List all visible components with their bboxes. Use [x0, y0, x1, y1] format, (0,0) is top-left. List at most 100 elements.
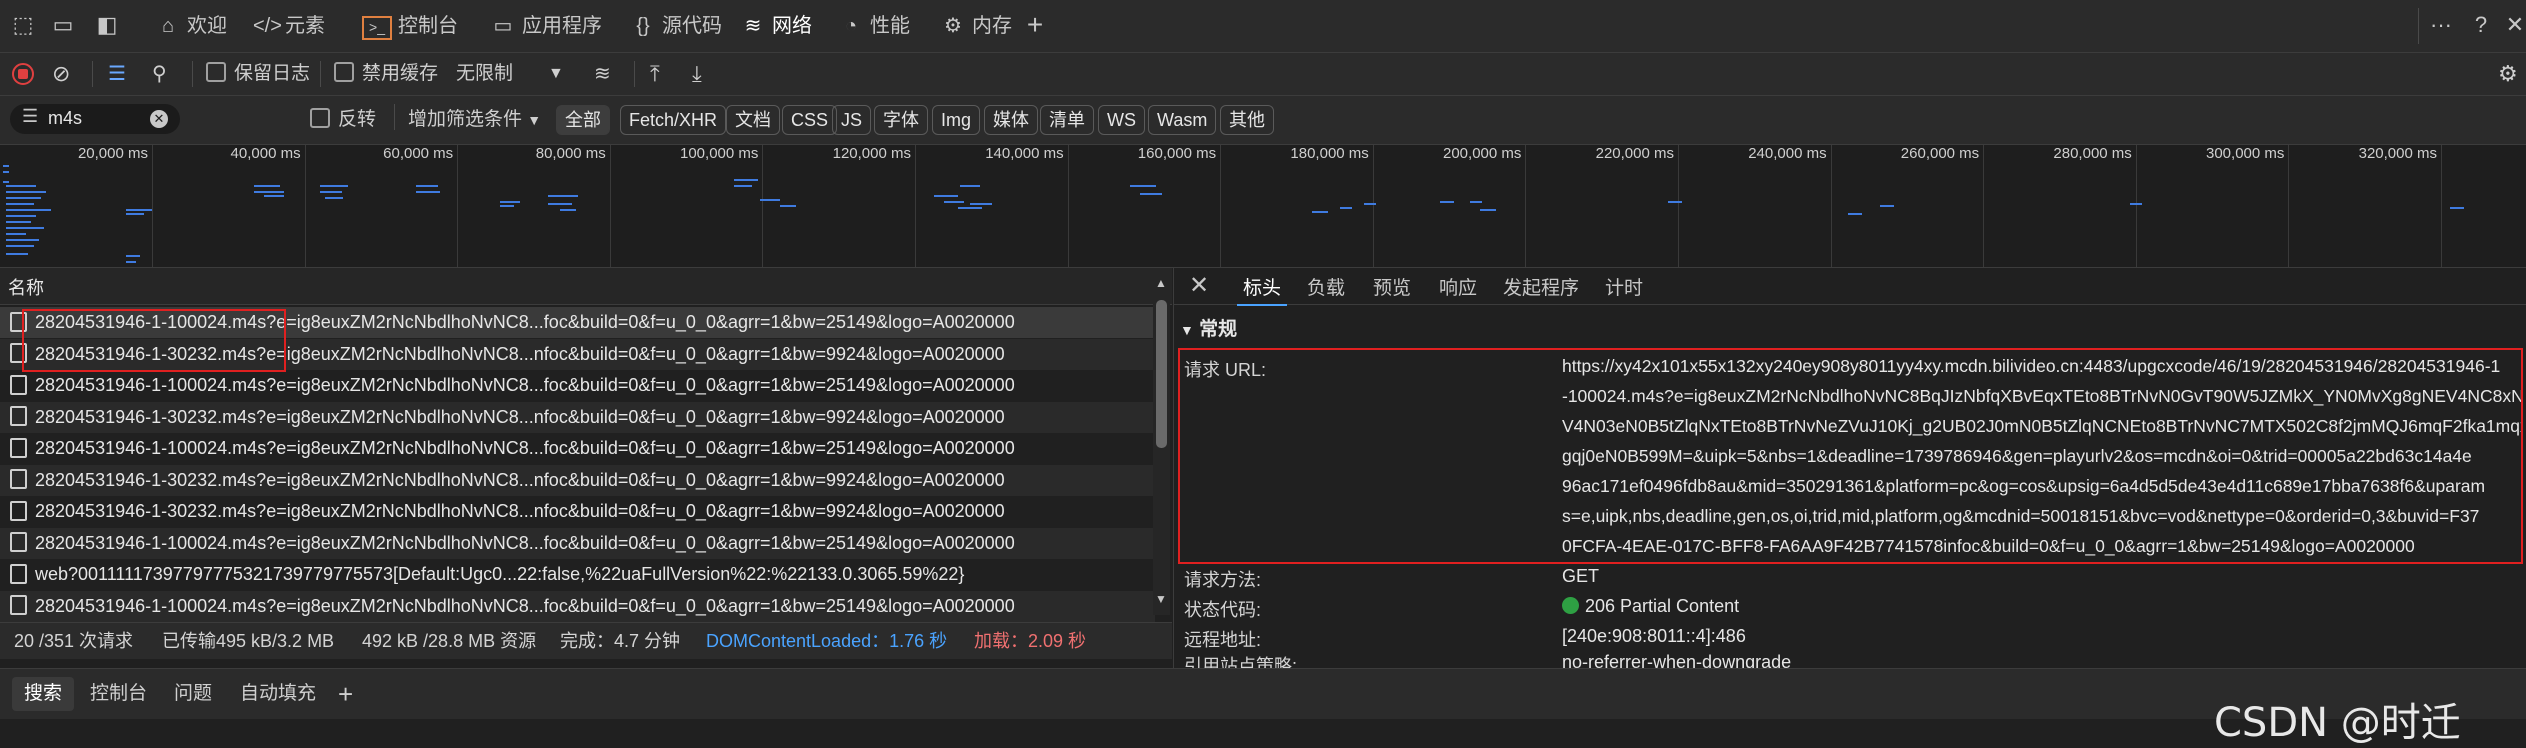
- timeline-request-bar: [1470, 201, 1482, 203]
- timeline-request-bar: [6, 197, 41, 199]
- more-filters-dropdown[interactable]: 增加筛选条件 ▼: [408, 105, 541, 135]
- drawer-tab-search[interactable]: 搜索: [12, 677, 75, 711]
- close-detail-icon[interactable]: ✕: [1189, 268, 1209, 304]
- request-row[interactable]: 28204531946-1-100024.m4s?e=ig8euxZM2rNcN…: [0, 370, 1155, 401]
- toolbar-separator: [320, 61, 321, 87]
- filter-chip-media[interactable]: 媒体: [984, 105, 1038, 135]
- add-tab-icon[interactable]: +: [1020, 10, 1050, 40]
- timeline-tick-label: 140,000 ms: [985, 145, 1064, 162]
- device-emulation-icon[interactable]: ▭: [48, 10, 78, 40]
- timeline-request-bar: [3, 181, 9, 183]
- filter-chip-doc[interactable]: 文档: [726, 105, 780, 135]
- timeline-request-bar: [264, 195, 284, 197]
- request-row[interactable]: 28204531946-1-100024.m4s?e=ig8euxZM2rNcN…: [0, 590, 1155, 622]
- remote-address-key: 远程地址:: [1184, 630, 1262, 650]
- filter-chip-fetch-xhr[interactable]: Fetch/XHR: [620, 105, 727, 135]
- request-row[interactable]: 28204531946-1-30232.m4s?e=ig8euxZM2rNcNb…: [0, 401, 1155, 433]
- tab-preview[interactable]: 预览: [1373, 268, 1411, 304]
- filter-settings-icon[interactable]: ☰: [108, 59, 126, 89]
- memory-icon: ⚙: [944, 15, 962, 37]
- filter-chip-img[interactable]: Img: [932, 105, 981, 135]
- more-options-icon[interactable]: ···: [2426, 10, 2456, 40]
- chevron-down-icon: ▼: [527, 112, 542, 128]
- chevron-down-icon[interactable]: ▼: [548, 59, 564, 89]
- filter-chip-js[interactable]: JS: [832, 105, 872, 135]
- tab-payload[interactable]: 负载: [1307, 268, 1345, 304]
- invert-checkbox[interactable]: 反转: [310, 105, 376, 135]
- tab-initiator[interactable]: 发起程序: [1503, 268, 1579, 304]
- timeline-gridline: [2135, 145, 2137, 267]
- tab-response[interactable]: 响应: [1439, 268, 1477, 304]
- help-icon[interactable]: ?: [2466, 10, 2496, 40]
- filter-search-input[interactable]: ☰ m4s ✕: [10, 104, 180, 134]
- timeline-gridline: [1678, 145, 1679, 267]
- filter-row: ☰ m4s ✕ 反转 增加筛选条件 ▼ 全部 Fetch/XHR 文档 CSS …: [0, 96, 2526, 145]
- preserve-log-checkbox[interactable]: 保留日志: [206, 59, 310, 89]
- tab-memory[interactable]: ⚙ 内存: [930, 6, 1022, 46]
- filter-chip-css[interactable]: CSS: [782, 105, 838, 135]
- home-icon: ⌂: [161, 15, 175, 37]
- general-section-header[interactable]: ▼ 常规: [1180, 314, 1237, 341]
- request-name: web?00111117397797775321739779775573[Def…: [35, 564, 965, 584]
- timeline-request-bar: [760, 199, 780, 201]
- timeline-request-bar: [3, 165, 9, 167]
- timeline-tick-label: 180,000 ms: [1290, 145, 1369, 162]
- scroll-down-icon[interactable]: ▼: [1155, 592, 1167, 606]
- sidebar-toggle-icon[interactable]: ◧: [92, 10, 122, 40]
- timeline-request-bar: [126, 261, 136, 263]
- close-devtools-icon[interactable]: ✕: [2500, 10, 2526, 40]
- tab-application[interactable]: ▭ 应用程序: [480, 6, 612, 46]
- document-icon: [10, 500, 27, 521]
- network-settings-icon[interactable]: ⚙: [2498, 59, 2518, 89]
- tab-sources[interactable]: {} 源代码: [620, 6, 732, 46]
- timeline-tick-label: 300,000 ms: [2206, 145, 2285, 162]
- tab-performance[interactable]: ◔ 性能: [828, 6, 920, 46]
- column-header-name[interactable]: 名称: [8, 274, 44, 300]
- filter-chip-other[interactable]: 其他: [1220, 105, 1274, 135]
- export-har-icon[interactable]: ⤓: [692, 59, 702, 89]
- throttling-select[interactable]: 无限制: [456, 59, 513, 89]
- drawer-tab-issues[interactable]: 问题: [162, 677, 224, 711]
- request-row[interactable]: web?00111117397797775321739779775573[Def…: [0, 559, 1155, 590]
- timeline-gridline: [609, 145, 611, 267]
- search-icon[interactable]: ⚲: [152, 59, 167, 89]
- filter-chip-font[interactable]: 字体: [874, 105, 928, 135]
- tab-network[interactable]: ≋ 网络: [730, 6, 822, 46]
- toolbar-separator: [192, 61, 193, 87]
- filter-chip-manifest[interactable]: 清单: [1040, 105, 1094, 135]
- filter-chip-ws[interactable]: WS: [1098, 105, 1145, 135]
- drawer-tab-console[interactable]: 控制台: [78, 677, 159, 711]
- tab-headers[interactable]: 标头: [1237, 268, 1288, 306]
- drawer-tab-autofill[interactable]: 自动填充: [228, 677, 328, 711]
- request-row[interactable]: 28204531946-1-100024.m4s?e=ig8euxZM2rNcN…: [0, 527, 1155, 559]
- inspect-element-icon[interactable]: ⬚: [8, 10, 38, 40]
- scroll-up-icon[interactable]: ▲: [1155, 276, 1167, 290]
- highlight-box-url: [1178, 348, 2523, 564]
- tab-welcome[interactable]: ⌂ 欢迎: [145, 6, 237, 46]
- status-code-value: 206 Partial Content: [1585, 596, 1740, 616]
- request-row[interactable]: 28204531946-1-30232.m4s?e=ig8euxZM2rNcNb…: [0, 464, 1155, 496]
- folder-icon: ▭: [493, 15, 513, 37]
- timeline-gridline: [1525, 145, 1527, 267]
- request-row[interactable]: 28204531946-1-100024.m4s?e=ig8euxZM2rNcN…: [0, 433, 1155, 464]
- record-stop-icon[interactable]: [12, 63, 34, 85]
- tab-timing[interactable]: 计时: [1605, 268, 1643, 304]
- code-icon: </>: [253, 15, 282, 37]
- request-row[interactable]: 28204531946-1-30232.m4s?e=ig8euxZM2rNcNb…: [0, 496, 1155, 527]
- timeline-overview[interactable]: 20,000 ms 40,000 ms 60,000 ms 80,000 ms 100,…: [0, 145, 2526, 268]
- add-drawer-tab-icon[interactable]: +: [326, 677, 365, 711]
- timeline-request-bar: [3, 171, 9, 173]
- filter-chip-all[interactable]: 全部: [556, 105, 610, 135]
- network-conditions-icon[interactable]: ≋: [594, 59, 611, 89]
- clear-search-icon[interactable]: ✕: [150, 110, 168, 128]
- filter-chip-wasm[interactable]: Wasm: [1148, 105, 1217, 135]
- clear-log-icon[interactable]: ⊘: [52, 59, 70, 89]
- tab-elements[interactable]: </> 元素: [243, 6, 335, 46]
- scrollbar-thumb[interactable]: [1156, 300, 1167, 448]
- request-method-key: 请求方法:: [1184, 570, 1262, 590]
- import-har-icon[interactable]: ⤒: [650, 59, 660, 89]
- tab-console[interactable]: >_ 控制台: [352, 6, 468, 46]
- request-name: 28204531946-1-100024.m4s?e=ig8euxZM2rNcN…: [35, 532, 1015, 553]
- timeline-request-bar: [254, 185, 280, 187]
- disable-cache-checkbox[interactable]: 禁用缓存: [334, 59, 438, 89]
